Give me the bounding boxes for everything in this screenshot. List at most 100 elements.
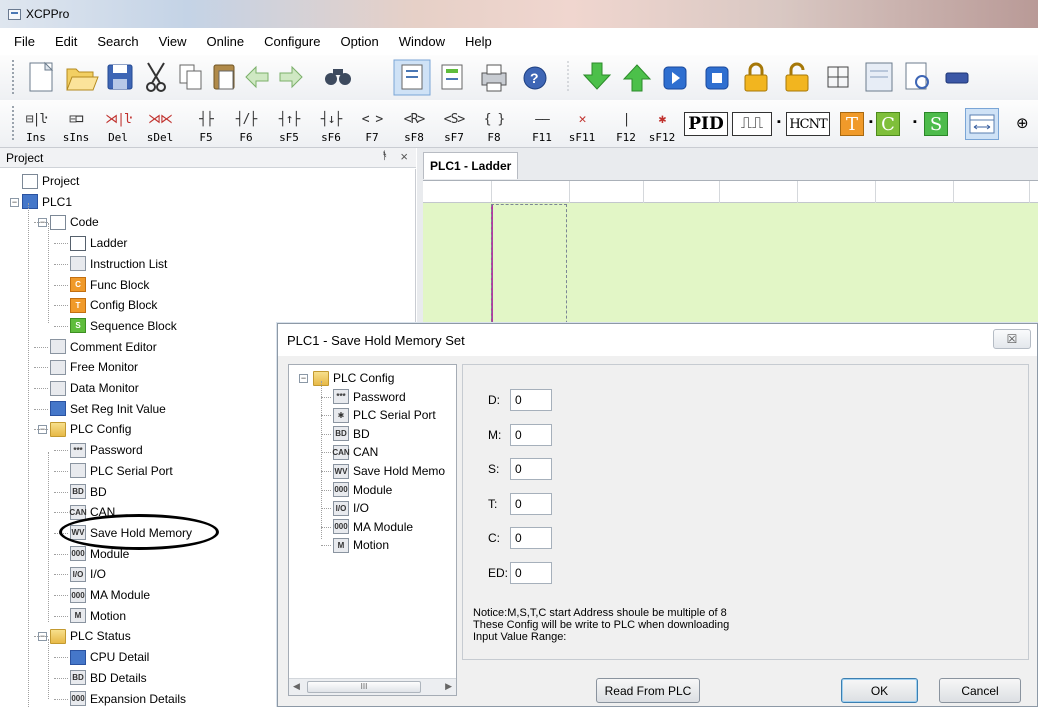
notice-line: Input Value Range: [473,631,567,643]
cancel-button[interactable]: Cancel [939,678,1021,703]
tool-sf11-button[interactable]: ✕ sF11 [564,102,600,144]
field-input-c[interactable] [510,527,552,549]
tool-del-button[interactable]: ⋊|ŀ Del [100,102,136,144]
tree-item-plc-serial-port[interactable]: PLC Serial Port [70,461,173,481]
dialog-tree-item-save-hold-memo[interactable]: WV Save Hold Memo [333,462,445,480]
field-input-t[interactable] [510,492,552,515]
scroll-right-icon[interactable]: ▶ [445,681,452,692]
tree-item-set-reg-init-value[interactable]: Set Reg Init Value [50,399,166,419]
tree-item-i-o[interactable]: I/O I/O [70,564,106,584]
tool-sf12-button[interactable]: ✱ sF12 [644,102,680,144]
tool-ins-button[interactable]: ⊟|ŀ Ins [18,102,54,144]
menu-view[interactable]: View [159,34,187,49]
tree-item-plc-config[interactable]: PLC Config [50,419,131,439]
pin-icon[interactable]: ᚬ [381,150,388,162]
tree-item-free-monitor[interactable]: Free Monitor [50,357,138,377]
tree-item-plc1[interactable]: PLC1 [22,192,72,212]
ok-button[interactable]: OK [841,678,918,703]
counter-dropdown-icon[interactable]: ▪ [913,116,917,128]
menu-edit[interactable]: Edit [55,34,77,49]
field-input-ed[interactable] [510,561,552,584]
dialog-close-button[interactable]: ☒ [993,329,1031,349]
tree-item-cpu-detail[interactable]: CPU Detail [70,647,149,667]
field-input-s[interactable] [510,458,552,480]
tree-item-config-block[interactable]: T Config Block [70,295,157,315]
menu-search[interactable]: Search [97,34,138,49]
dialog-tree-item-motion[interactable]: M Motion [333,536,389,554]
tool-sins-button[interactable]: ⊟⊐ sIns [58,102,94,144]
toolbar-grip[interactable] [12,106,15,140]
step-button[interactable]: S [924,112,948,136]
dialog-tree-item-can[interactable]: CAN CAN [332,443,378,461]
tool-f8-button[interactable]: { } F8 [476,102,512,144]
tree-item-instruction-list[interactable]: Instruction List [70,254,167,274]
menu-file[interactable]: File [14,34,35,49]
pid-button[interactable]: PID [684,112,728,136]
config-block-icon: T [70,297,86,313]
timer-dropdown-icon[interactable]: ▪ [869,116,873,128]
column-fit-button[interactable] [965,108,999,140]
dialog-tree-item-module[interactable]: 000 Module [333,481,392,499]
tool-sdel-button[interactable]: ⋊⋉ sDel [142,102,178,144]
hcnt-button[interactable]: HCNT [786,112,830,136]
tree-item-bd-details[interactable]: BD BD Details [70,668,147,688]
notice-text: Notice:M,S,T,C start Address shoule be m… [473,607,729,643]
horizontal-scrollbar[interactable]: ◀ III ▶ [289,678,456,695]
tree-item-data-monitor[interactable]: Data Monitor [50,378,139,398]
dialog-tree-item-bd[interactable]: BD BD [333,425,370,443]
tool-f6-button[interactable]: ┤/├ F6 [228,102,264,144]
dialog-config-tree: ◀ III ▶ PLC Config − *** Password ✱ PLC Seria… [288,364,457,696]
tab-ladder[interactable]: PLC1 - Ladder [423,152,519,179]
tree-item-project[interactable]: Project [22,171,79,191]
tree-connector [28,203,29,707]
pulse-button[interactable]: ⎍⎍ [732,112,772,136]
collapse-toggle-icon[interactable]: − [299,374,308,383]
tool-sf6-button[interactable]: ┤↓├ sF6 [313,102,349,144]
tool-sf8-button[interactable]: <R> sF8 [396,102,432,144]
zoom-in-icon[interactable]: ⊕ [1016,114,1029,132]
ladder-icon [70,235,86,251]
tree-item-comment-editor[interactable]: Comment Editor [50,337,157,357]
tree-item-func-block[interactable]: C Func Block [70,275,149,295]
tree-item-expansion-details[interactable]: 000 Expansion Details [70,689,186,707]
close-icon[interactable]: × [400,149,408,164]
dialog-tree-item-password[interactable]: *** Password [333,388,406,406]
tool-sf5-button[interactable]: ┤↑├ sF5 [271,102,307,144]
tree-item-motion[interactable]: M Motion [70,606,126,626]
menu-window[interactable]: Window [399,34,445,49]
field-input-d[interactable] [510,389,552,411]
tool-f11-button[interactable]: —— F11 [524,102,560,144]
tree-item-password[interactable]: *** Password [70,440,143,460]
tree-item-code[interactable]: Code [50,212,99,232]
menu-configure[interactable]: Configure [264,34,320,49]
dialog-tree-item-i-o[interactable]: I/O I/O [333,499,369,517]
menu-option[interactable]: Option [340,34,378,49]
counter-button[interactable]: C [876,112,900,136]
tree-item-plc-status[interactable]: PLC Status [50,626,131,646]
tool-f5-button[interactable]: ┤├ F5 [188,102,224,144]
tree-item-ma-module[interactable]: 000 MA Module [70,585,150,605]
scroll-left-icon[interactable]: ◀ [293,681,300,692]
tool-f12-button[interactable]: | F12 [608,102,644,144]
tree-item-sequence-block[interactable]: S Sequence Block [70,316,177,336]
read-from-plc-button[interactable]: Read From PLC [596,678,700,703]
collapse-toggle-icon[interactable]: − [10,197,19,207]
tree-item-ladder[interactable]: Ladder [70,233,127,253]
menu-online[interactable]: Online [207,34,245,49]
tree-item-bd[interactable]: BD BD [70,482,107,502]
dialog-tree-item-plc-serial-port[interactable]: ✱ PLC Serial Port [333,406,436,424]
svg-text:?: ? [530,70,539,86]
field-label: S: [488,462,500,476]
tool-f7-button[interactable]: < > F7 [354,102,390,144]
dialog-tree-item-ma-module[interactable]: 000 MA Module [333,518,413,536]
dialog-tree-item-plc-config[interactable]: PLC Config [313,369,394,387]
comment-editor-icon [50,339,66,355]
scroll-thumb[interactable]: III [307,681,421,693]
close-icon: ☒ [1006,332,1018,346]
menu-help[interactable]: Help [465,34,492,49]
ladder-symbol-icon: ┤├ [199,112,214,127]
pulse-dropdown-icon[interactable]: ▪ [777,116,781,128]
timer-button[interactable]: T [840,112,864,136]
tool-sf7-button[interactable]: <S> sF7 [436,102,472,144]
field-input-m[interactable] [510,423,552,446]
